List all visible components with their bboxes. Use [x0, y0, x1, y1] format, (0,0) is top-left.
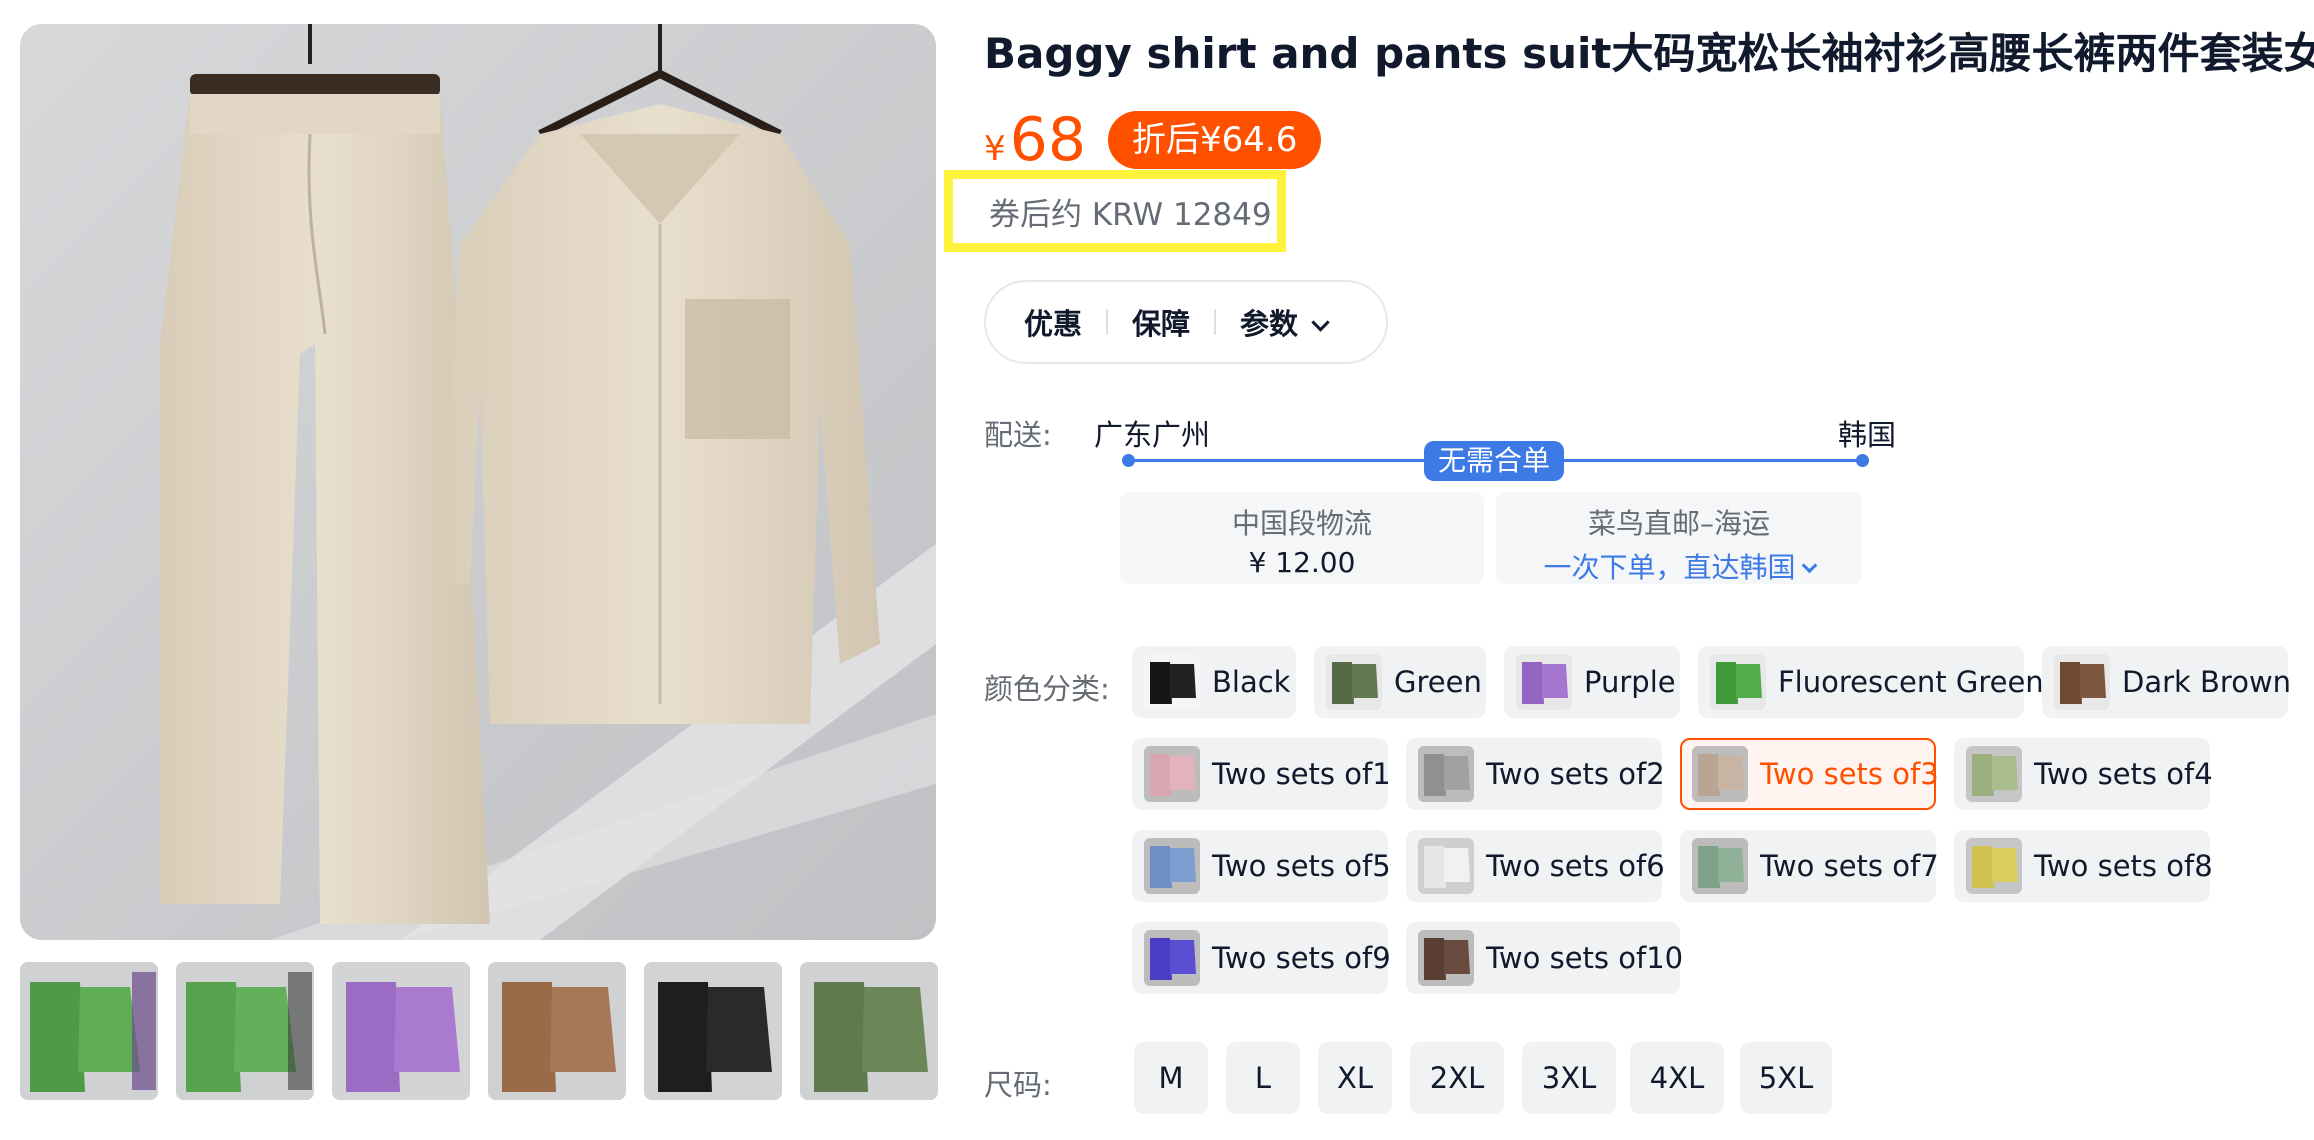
- color-option-two-sets-1[interactable]: Two sets of1: [1132, 738, 1391, 810]
- swatch-dark-brown-image: [2054, 654, 2110, 710]
- thumbnail-green-set-2[interactable]: [176, 962, 314, 1100]
- option-label: Two sets of8: [2034, 849, 2213, 883]
- international-shipping-link-text: 一次下单，直达韩国: [1543, 551, 1796, 584]
- color-option-two-sets-6[interactable]: Two sets of6: [1406, 830, 1665, 902]
- option-label: Two sets of5: [1212, 849, 1391, 883]
- international-shipping-card[interactable]: 菜鸟直邮–海运 一次下单，直达韩国: [1496, 492, 1862, 584]
- tab-params-label: 参数: [1240, 307, 1299, 341]
- size-option-l[interactable]: L: [1226, 1042, 1300, 1114]
- option-label: Two sets of7: [1760, 849, 1939, 883]
- thumbnail-brown-set[interactable]: [488, 962, 626, 1100]
- thumbnail-strip: [20, 962, 942, 1100]
- currency-symbol: ¥: [984, 129, 1006, 169]
- swatch-two-sets-7-image: [1692, 838, 1748, 894]
- color-option-two-sets-10[interactable]: Two sets of10: [1406, 922, 1684, 994]
- color-option-two-sets-2[interactable]: Two sets of2: [1406, 738, 1665, 810]
- swatch-fluorescent-green-image: [1710, 654, 1766, 710]
- color-label: 颜色分类:: [984, 672, 1110, 706]
- option-label: Two sets of4: [2034, 757, 2213, 791]
- divider: [1214, 309, 1217, 335]
- tab-params[interactable]: 参数: [1240, 301, 1330, 343]
- size-option-4xl[interactable]: 4XL: [1630, 1042, 1724, 1114]
- thumbnail-olive-set[interactable]: [800, 962, 938, 1100]
- size-option-2xl[interactable]: 2XL: [1410, 1042, 1504, 1114]
- option-label: Two sets of3: [1760, 757, 1939, 791]
- price-row: ¥ 68 折后¥64.6: [984, 104, 1322, 176]
- swatch-two-sets-3-image: [1692, 746, 1748, 802]
- delivery-label: 配送:: [984, 418, 1052, 452]
- krw-estimate: 券后约 KRW 12849: [989, 196, 1272, 233]
- size-option-3xl[interactable]: 3XL: [1522, 1042, 1616, 1114]
- swatch-purple-image: [1516, 654, 1572, 710]
- swatch-green-image: [1326, 654, 1382, 710]
- option-label: Green: [1394, 665, 1482, 699]
- domestic-shipping-price: ¥ 12.00: [1248, 546, 1356, 579]
- option-label: Purple: [1584, 665, 1676, 699]
- color-option-two-sets-3[interactable]: Two sets of3: [1680, 738, 1939, 810]
- size-option-xl[interactable]: XL: [1318, 1042, 1392, 1114]
- color-option-green[interactable]: Green: [1314, 646, 1486, 718]
- option-label: Fluorescent Green: [1778, 665, 2044, 699]
- info-tabs: 优惠 保障 参数: [984, 280, 1388, 364]
- swatch-two-sets-8-image: [1966, 838, 2022, 894]
- thumbnail-black-set[interactable]: [644, 962, 782, 1100]
- option-label: Two sets of6: [1486, 849, 1665, 883]
- swatch-two-sets-6-image: [1418, 838, 1474, 894]
- swatch-two-sets-10-image: [1418, 930, 1474, 986]
- krw-estimate-highlight: 券后约 KRW 12849: [944, 170, 1286, 252]
- color-option-two-sets-8[interactable]: Two sets of8: [1954, 830, 2213, 902]
- size-label: 尺码:: [984, 1068, 1052, 1102]
- swatch-two-sets-2-image: [1418, 746, 1474, 802]
- domestic-shipping-card: 中国段物流 ¥ 12.00: [1120, 492, 1484, 584]
- origin-city: 广东广州: [1094, 418, 1211, 452]
- route-start-dot: [1122, 454, 1135, 467]
- domestic-shipping-title: 中国段物流: [1231, 507, 1372, 540]
- no-merge-badge: 无需合单: [1424, 441, 1565, 481]
- option-label: Black: [1212, 665, 1291, 699]
- color-option-fluorescent-green[interactable]: Fluorescent Green: [1698, 646, 2044, 718]
- size-option-m[interactable]: M: [1134, 1042, 1208, 1114]
- international-shipping-title: 菜鸟直邮–海运: [1587, 507, 1770, 540]
- tab-guarantee[interactable]: 保障: [1132, 301, 1190, 343]
- price: 68: [1009, 105, 1086, 175]
- color-option-dark-brown[interactable]: Dark Brown: [2042, 646, 2292, 718]
- color-option-black[interactable]: Black: [1132, 646, 1296, 718]
- thumbnail-purple-set[interactable]: [332, 962, 470, 1100]
- swatch-two-sets-5-image: [1144, 838, 1200, 894]
- product-title: Baggy shirt and pants suit大码宽松长袖衬衫高腰长裤两件…: [984, 29, 2314, 78]
- option-label: Two sets of9: [1212, 941, 1391, 975]
- color-option-two-sets-7[interactable]: Two sets of7: [1680, 830, 1939, 902]
- discount-badge: 折后¥64.6: [1108, 111, 1322, 169]
- swatch-two-sets-9-image: [1144, 930, 1200, 986]
- tab-promo[interactable]: 优惠: [1024, 301, 1082, 343]
- option-label: Dark Brown: [2122, 665, 2292, 699]
- divider: [1106, 309, 1109, 335]
- option-label: Two sets of10: [1486, 941, 1684, 975]
- main-product-image[interactable]: [20, 24, 936, 940]
- chevron-down-icon: [1311, 313, 1330, 332]
- color-option-two-sets-4[interactable]: Two sets of4: [1954, 738, 2213, 810]
- route-end-dot: [1856, 454, 1869, 467]
- option-label: Two sets of2: [1486, 757, 1665, 791]
- option-label: Two sets of1: [1212, 757, 1391, 791]
- size-option-5xl[interactable]: 5XL: [1740, 1042, 1832, 1114]
- swatch-black-image: [1144, 654, 1200, 710]
- color-option-two-sets-9[interactable]: Two sets of9: [1132, 922, 1391, 994]
- destination-country: 韩国: [1838, 418, 1897, 452]
- international-shipping-link[interactable]: 一次下单，直达韩国: [1496, 546, 1862, 586]
- swatch-two-sets-4-image: [1966, 746, 2022, 802]
- thumbnail-green-set[interactable]: [20, 962, 158, 1100]
- swatch-two-sets-1-image: [1144, 746, 1200, 802]
- color-option-purple[interactable]: Purple: [1504, 646, 1680, 718]
- chevron-down-icon: [1801, 557, 1817, 574]
- color-option-two-sets-5[interactable]: Two sets of5: [1132, 830, 1391, 902]
